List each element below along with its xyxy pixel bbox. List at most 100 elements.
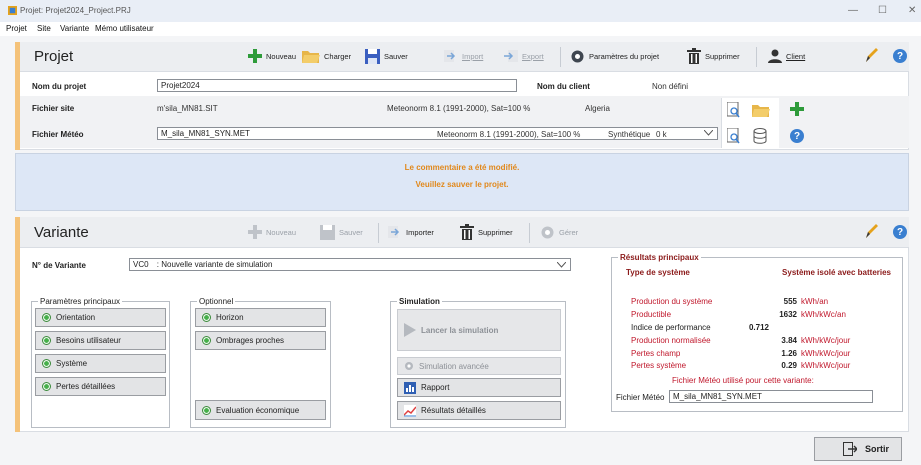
parametres-label: Paramètres du projet — [589, 52, 660, 61]
variante-gerer-button[interactable]: Gérer — [540, 225, 578, 240]
besoins-button[interactable]: Besoins utilisateur — [35, 331, 166, 350]
projet-client-button[interactable]: Client — [768, 49, 805, 63]
production-normalisee-label: Production normalisée — [631, 336, 711, 345]
variante-select[interactable]: VC0 : Nouvelle variante de simulation — [129, 258, 571, 271]
systeme-button[interactable]: Système — [35, 354, 166, 373]
folder-icon — [302, 51, 320, 63]
production-normalisee-unit: kWh/kWc/jour — [801, 336, 851, 345]
folder-icon[interactable] — [752, 103, 770, 117]
title-bar — [0, 0, 921, 22]
toolbar-separator — [560, 47, 561, 67]
variante-accent-bar — [15, 217, 20, 432]
variante-supprimer-button[interactable]: Supprimer — [460, 224, 513, 240]
pertes-champ-unit: kWh/kWc/jour — [801, 349, 851, 358]
sauver-label: Sauver — [384, 52, 408, 61]
variante-importer-button[interactable]: Importer — [388, 225, 434, 239]
evaluation-button[interactable]: Evaluation économique — [195, 400, 326, 420]
supprimer-label: Supprimer — [705, 51, 740, 61]
projet-supprimer-button[interactable]: Supprimer — [687, 48, 740, 64]
menu-variante[interactable]: Variante — [60, 24, 89, 33]
projet-import-button[interactable]: Import — [444, 49, 483, 63]
orientation-button[interactable]: Orientation — [35, 308, 166, 327]
chevron-down-icon[interactable] — [704, 130, 713, 136]
close-button[interactable]: ✕ — [908, 5, 916, 16]
help-icon[interactable]: ? — [893, 225, 907, 239]
help-icon[interactable]: ? — [790, 129, 804, 143]
help-icon[interactable]: ? — [893, 49, 907, 63]
simulation-avancee-button[interactable]: Simulation avancée — [397, 357, 561, 375]
plus-icon — [248, 225, 262, 239]
fichier-meteo-select[interactable]: 0 k — [656, 130, 667, 139]
nom-projet-field[interactable]: Projet2024 — [157, 79, 517, 92]
projet-export-button[interactable]: Export — [504, 49, 544, 63]
fichier-meteo-type: Synthétique — [608, 130, 651, 139]
meteo-used-field[interactable]: M_sila_MN81_SYN.MET — [669, 390, 873, 403]
production-unit: kWh/an — [801, 297, 829, 306]
fichier-site-value: m'sila_MN81.SIT — [157, 104, 218, 113]
pertes-button[interactable]: Pertes détaillées — [35, 377, 166, 396]
resultats-group: Résultats principaux — [611, 253, 903, 412]
plus-icon[interactable] — [790, 102, 804, 116]
pencil-icon[interactable] — [864, 48, 878, 64]
charger-label: Charger — [324, 51, 352, 61]
productible-label: Productible — [631, 310, 672, 319]
variante-importer-label: Importer — [406, 227, 434, 237]
preview-icon[interactable] — [727, 128, 741, 144]
message-modified: Le commentaire a été modifié. — [404, 163, 520, 172]
indice-label: Indice de performance — [631, 323, 711, 332]
plus-icon — [248, 49, 262, 63]
user-icon — [768, 49, 782, 63]
sortir-button[interactable]: Sortir — [814, 437, 902, 461]
maximize-button[interactable]: ☐ — [878, 5, 887, 16]
report-icon — [404, 381, 416, 394]
import-icon — [444, 50, 456, 62]
pertes-systeme-label: Pertes système — [631, 361, 687, 370]
indice-value: 0.712 — [748, 323, 769, 332]
ombrages-label: Ombrages proches — [216, 336, 285, 345]
rapport-button[interactable]: Rapport — [397, 378, 561, 397]
meteo-used-label: Fichier Météo — [616, 393, 665, 402]
database-icon[interactable] — [753, 128, 767, 144]
projet-parametres-button[interactable]: Paramètres du projet — [570, 49, 659, 64]
status-ok-icon — [202, 405, 211, 415]
variante-sauver-label: Sauver — [339, 228, 363, 237]
gear-icon — [405, 362, 413, 370]
sortir-label: Sortir — [865, 444, 890, 454]
variante-heading: Variante — [34, 224, 89, 241]
pertes-systeme-value: 0.29 — [781, 361, 797, 370]
chevron-down-icon[interactable] — [557, 262, 566, 268]
menu-projet[interactable]: Projet — [6, 24, 27, 33]
projet-nouveau-button[interactable]: Nouveau — [248, 49, 296, 63]
trash-icon — [460, 224, 474, 240]
menu-memo[interactable]: Mémo utilisateur — [95, 24, 154, 33]
status-ok-icon — [202, 313, 211, 322]
variante-supprimer-label: Supprimer — [478, 227, 513, 237]
variante-gerer-label: Gérer — [559, 228, 579, 237]
fichier-meteo-label: Fichier Météo — [32, 130, 84, 139]
projet-charger-button[interactable]: Charger — [302, 49, 351, 63]
fichier-site-meteo: Meteonorm 8.1 (1991-2000), Sat=100 % — [387, 104, 531, 113]
resultats-det-label: Résultats détaillés — [421, 406, 486, 415]
export-icon — [504, 50, 518, 62]
lancer-simulation-button[interactable]: Lancer la simulation — [397, 309, 561, 351]
variante-num-label: N° de Variante — [32, 261, 86, 270]
pencil-icon[interactable] — [864, 224, 878, 240]
horizon-button[interactable]: Horizon — [195, 308, 326, 327]
projet-heading: Projet — [34, 48, 74, 65]
menu-site[interactable]: Site — [37, 24, 51, 33]
trash-icon — [687, 48, 701, 64]
projet-sauver-button[interactable]: Sauver — [365, 49, 408, 64]
production-normalisee-value: 3.84 — [781, 336, 797, 345]
pertes-systeme-unit: kWh/kWc/jour — [801, 361, 851, 370]
ombrages-button[interactable]: Ombrages proches — [195, 331, 326, 350]
nouveau-label: Nouveau — [266, 51, 297, 61]
toolbar-separator — [756, 47, 757, 67]
preview-icon[interactable] — [727, 102, 741, 118]
status-ok-icon — [42, 359, 51, 368]
resultats-detailles-button[interactable]: Résultats détaillés — [397, 401, 561, 420]
pertes-champ-label: Pertes champ — [631, 349, 681, 358]
variante-sauver-button[interactable]: Sauver — [320, 225, 363, 240]
variante-nouveau-button[interactable]: Nouveau — [248, 225, 296, 239]
variante-code: VC0 — [133, 260, 149, 269]
minimize-button[interactable]: — — [848, 5, 858, 16]
